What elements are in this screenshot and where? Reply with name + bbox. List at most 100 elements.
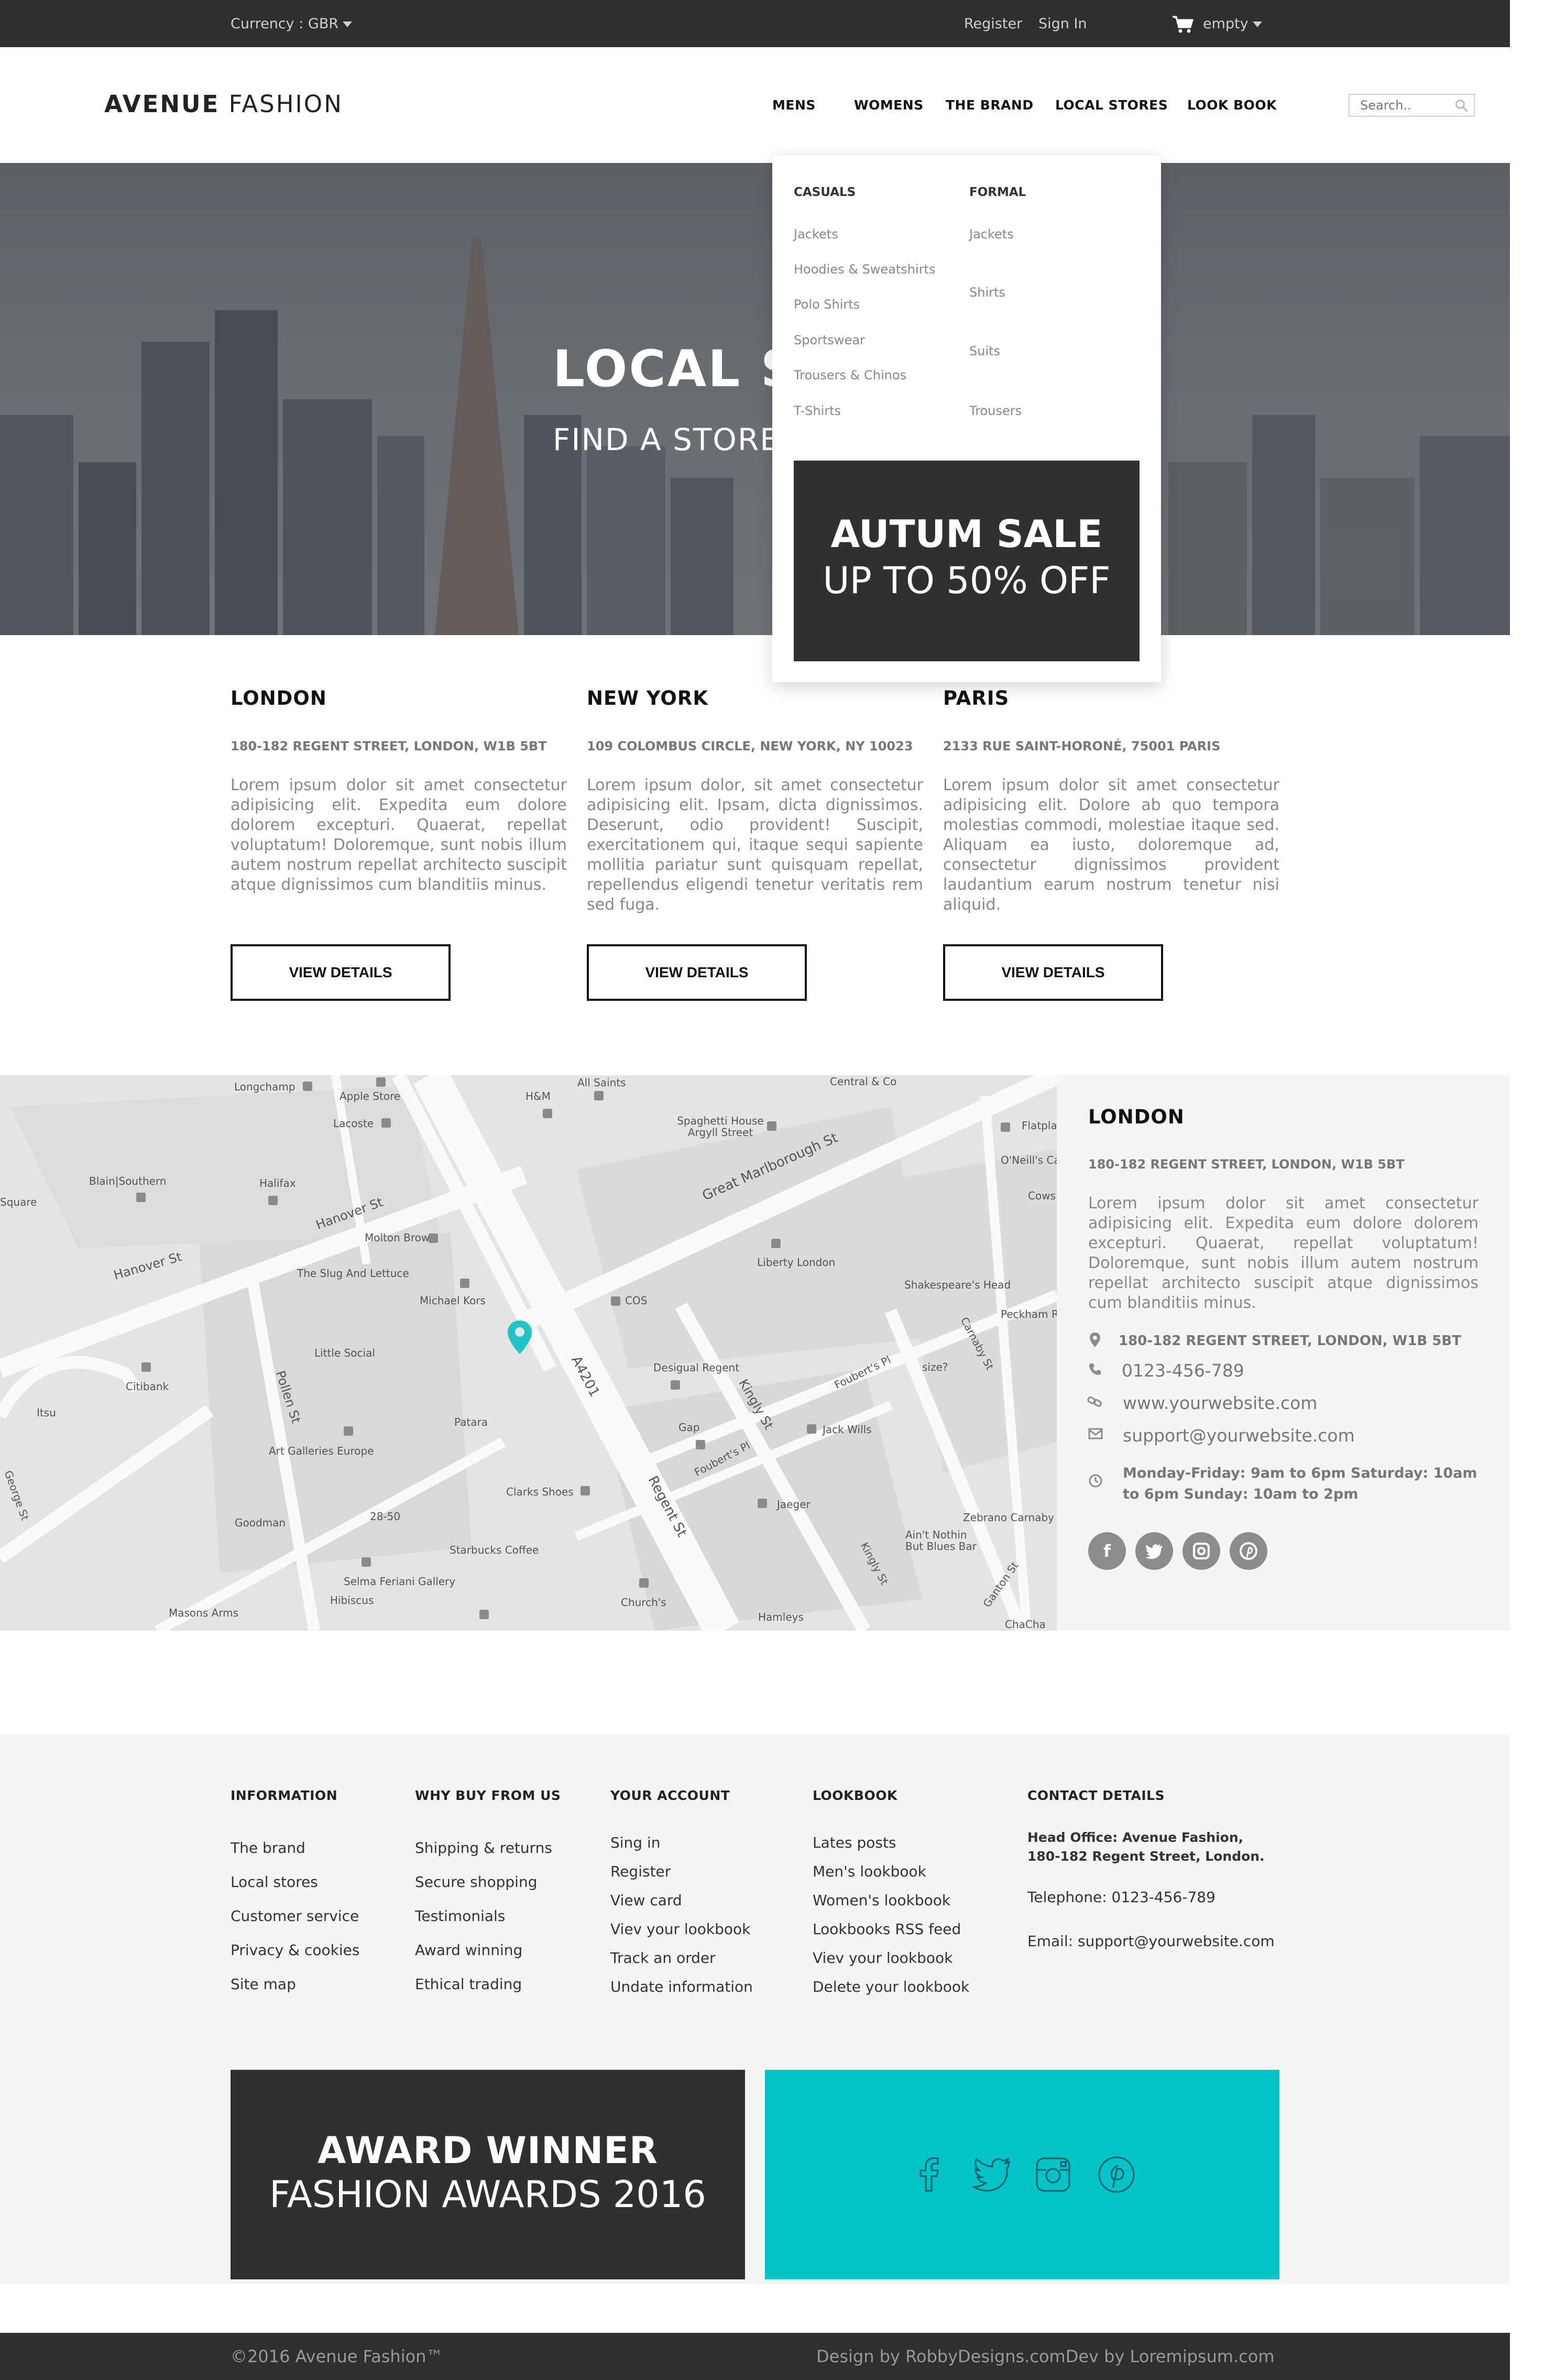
footer-link[interactable]: The brand bbox=[231, 1839, 305, 1857]
hero-title: LOCAL S bbox=[553, 340, 798, 398]
dropdown-link[interactable]: Trousers & Chinos bbox=[794, 368, 906, 383]
view-details-button[interactable]: VIEW DETAILS bbox=[231, 944, 451, 1001]
casuals-heading: CASUALS bbox=[794, 185, 856, 199]
formal-heading: FORMAL bbox=[969, 185, 1026, 199]
dropdown-link[interactable]: Polo Shirts bbox=[794, 297, 860, 312]
map-label: Starbucks Coffee bbox=[450, 1544, 539, 1556]
footer-link[interactable]: Women's lookbook bbox=[813, 1892, 950, 1909]
map-label: Blain|Southern bbox=[89, 1175, 167, 1187]
store-address: 180-182 REGENT STREET, LONDON, W1B 5BT bbox=[231, 739, 547, 754]
map-label: Itsu bbox=[37, 1406, 56, 1419]
dropdown-link[interactable]: Jackets bbox=[794, 227, 838, 242]
pinterest-icon[interactable] bbox=[1230, 1532, 1267, 1570]
chevron-down-icon bbox=[343, 21, 353, 27]
footer-link[interactable]: Men's lookbook bbox=[813, 1863, 926, 1880]
map-label: All Saints bbox=[577, 1076, 626, 1089]
dropdown-link[interactable]: Jackets bbox=[969, 227, 1014, 242]
map-label: Ain't Nothin But Blues Bar bbox=[905, 1529, 977, 1553]
twitter-icon[interactable] bbox=[971, 2158, 1011, 2191]
footer-link[interactable]: Sing in bbox=[610, 1834, 661, 1851]
dropdown-link[interactable]: T-Shirts bbox=[794, 403, 841, 418]
map-info-city: LONDON bbox=[1088, 1106, 1185, 1128]
sign-in-link[interactable]: Sign In bbox=[1038, 0, 1087, 48]
shop-icon bbox=[611, 1296, 620, 1306]
store-name-paris: PARIS bbox=[943, 687, 1010, 709]
dropdown-link[interactable]: Trousers bbox=[969, 403, 1022, 418]
search-icon[interactable] bbox=[1455, 99, 1469, 113]
map-label: Desigual Regent bbox=[653, 1361, 740, 1374]
nav-mens[interactable]: MENS bbox=[772, 97, 816, 113]
contact-website[interactable]: www.yourwebsite.com bbox=[1123, 1393, 1317, 1413]
map-label: 28-50 bbox=[370, 1510, 401, 1523]
footer-link[interactable]: Shipping & returns bbox=[415, 1839, 552, 1857]
instagram-icon[interactable] bbox=[1182, 1532, 1220, 1570]
instagram-icon[interactable] bbox=[1035, 2156, 1071, 2193]
footer-link[interactable]: Site map bbox=[231, 1975, 296, 1993]
facebook-icon[interactable] bbox=[916, 2156, 942, 2193]
footer-link[interactable]: Award winning bbox=[415, 1941, 522, 1959]
map-label: H&M bbox=[525, 1090, 551, 1102]
store-map[interactable]: Longchamp Apple Store Lacoste H&M All Sa… bbox=[0, 1075, 1057, 1631]
footer-link[interactable]: Lookbooks RSS feed bbox=[813, 1920, 961, 1938]
footer-link[interactable]: Privacy & cookies bbox=[231, 1941, 359, 1959]
logo-bold: AVENUE bbox=[104, 90, 220, 118]
dropdown-link[interactable]: Suits bbox=[969, 344, 1000, 358]
facebook-icon[interactable]: f bbox=[1088, 1532, 1126, 1570]
footer-link[interactable]: Register bbox=[610, 1863, 671, 1880]
map-label: Square bbox=[0, 1196, 37, 1208]
restaurant-icon bbox=[767, 1121, 776, 1131]
credits-text[interactable]: Design by RobbyDesigns.comDev by Loremip… bbox=[816, 2333, 1275, 2380]
contact-phone[interactable]: 0123-456-789 bbox=[1122, 1360, 1244, 1381]
location-pin-icon[interactable] bbox=[506, 1319, 533, 1356]
opening-hours: Monday-Friday: 9am to 6pm Saturday: 10am… bbox=[1123, 1465, 1477, 1502]
footer-link[interactable]: Local stores bbox=[231, 1873, 318, 1891]
view-details-button[interactable]: VIEW DETAILS bbox=[587, 944, 807, 1001]
map-info-address: 180-182 REGENT STREET, LONDON, W1B 5BT bbox=[1088, 1157, 1405, 1172]
copyright-text: ©2016 Avenue Fashion™ bbox=[231, 2346, 443, 2366]
map-label: The Slug And Lettuce bbox=[297, 1267, 409, 1280]
nav-local-stores[interactable]: LOCAL STORES bbox=[1055, 97, 1168, 113]
hero-overlay bbox=[0, 163, 1510, 635]
dropdown-link[interactable]: Hoodies & Sweatshirts bbox=[794, 262, 935, 277]
footer-link[interactable]: Secure shopping bbox=[415, 1873, 537, 1891]
contact-email[interactable]: support@yourwebsite.com bbox=[1123, 1425, 1355, 1446]
footer-link[interactable]: Viev your lookbook bbox=[610, 1920, 750, 1938]
footer-link[interactable]: Track an order bbox=[610, 1949, 716, 1967]
sale-title: AUTUM SALE bbox=[830, 512, 1103, 556]
pinterest-icon[interactable] bbox=[1097, 2155, 1136, 2194]
nav-the-brand[interactable]: THE BRAND bbox=[946, 97, 1034, 113]
nav-womens[interactable]: WOMENS bbox=[854, 97, 924, 113]
shop-icon bbox=[581, 1486, 590, 1495]
cart-button[interactable]: empty bbox=[1173, 0, 1262, 48]
map-label: Hamleys bbox=[758, 1611, 804, 1623]
award-banner: AWARD WINNER FASHION AWARDS 2016 bbox=[231, 2070, 745, 2279]
map-label: Central & Co bbox=[830, 1075, 897, 1088]
dropdown-link[interactable]: Sportswear bbox=[794, 333, 865, 347]
map-label: Masons Arms bbox=[169, 1607, 239, 1619]
store-name-london: LONDON bbox=[231, 687, 327, 709]
map-label: Flatplan bbox=[1022, 1119, 1057, 1132]
footer-link[interactable]: Testimonials bbox=[415, 1907, 505, 1925]
footer-link[interactable]: Delete your lookbook bbox=[813, 1978, 969, 1995]
store-description: Lorem ipsum dolor, sit amet consectetur … bbox=[587, 776, 923, 914]
currency-selector[interactable]: Currency : GBR bbox=[231, 0, 353, 48]
logo[interactable]: AVENUE FASHION bbox=[104, 90, 343, 118]
dropdown-link[interactable]: Shirts bbox=[969, 285, 1005, 300]
footer-link[interactable]: Undate information bbox=[610, 1978, 753, 1995]
logo-light: FASHION bbox=[228, 90, 343, 118]
footer-link[interactable]: View card bbox=[610, 1892, 682, 1909]
view-details-button[interactable]: VIEW DETAILS bbox=[943, 944, 1163, 1001]
nav-look-book[interactable]: LOOK BOOK bbox=[1187, 97, 1277, 113]
footer-link[interactable]: Viev your lookbook bbox=[813, 1949, 952, 1967]
map-info-panel: LONDON 180-182 REGENT STREET, LONDON, W1… bbox=[1057, 1075, 1510, 1631]
map-label: size? bbox=[922, 1361, 948, 1373]
footer-link[interactable]: Lates posts bbox=[813, 1834, 896, 1851]
footer-link[interactable]: Ethical trading bbox=[415, 1975, 522, 1993]
map-label: Jaeger bbox=[777, 1498, 811, 1511]
footer-link[interactable]: Customer service bbox=[231, 1907, 359, 1925]
register-link[interactable]: Register bbox=[964, 0, 1022, 48]
autumn-sale-banner[interactable]: AUTUM SALE UP TO 50% OFF bbox=[794, 461, 1140, 661]
hero-subtitle: FIND A STORE bbox=[553, 422, 780, 457]
search-input[interactable] bbox=[1350, 95, 1449, 116]
twitter-icon[interactable] bbox=[1135, 1532, 1173, 1570]
